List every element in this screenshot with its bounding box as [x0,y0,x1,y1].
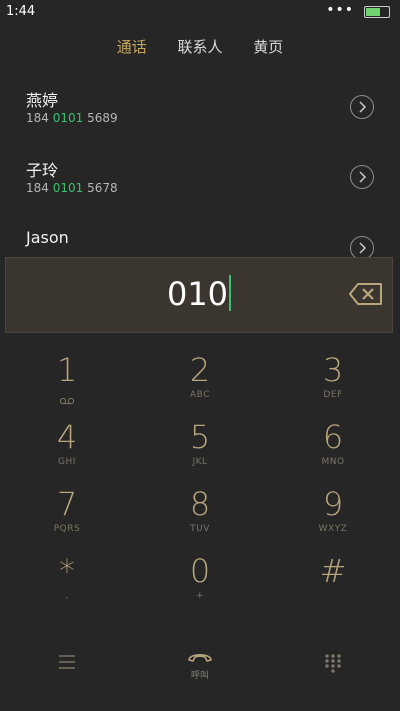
key-star[interactable]: *, [0,551,134,617]
dialpad-toggle-button[interactable] [266,640,400,690]
menu-icon [59,655,75,669]
key-3[interactable]: 3 DEF [266,350,400,416]
list-item[interactable]: 燕婷 184 0101 5689 [0,87,400,157]
phone-icon [188,654,212,662]
key-8[interactable]: 8 TUV [133,484,267,550]
tab-calls[interactable]: 通话 [117,36,147,57]
list-item[interactable]: 子玲 184 0101 5678 [0,157,400,227]
contact-number: 184 0101 5689 [26,111,118,125]
call-label: 呼叫 [190,671,209,681]
dial-input[interactable]: 010 [6,275,392,313]
voicemail-icon [59,397,75,405]
contact-number: 184 0101 5678 [26,181,118,195]
contact-name: 燕婷 [26,91,59,110]
key-1[interactable]: 1 [0,350,134,416]
contact-name: Jason [26,228,69,247]
chevron-right-icon [359,242,367,254]
status-time: 1:44 [6,4,36,19]
dialpad-icon [325,654,341,673]
tab-yellow-pages[interactable]: 黄页 [253,36,283,57]
contact-detail-button[interactable] [350,95,374,119]
chevron-right-icon [359,101,367,113]
bottom-action-bar: 呼叫 [0,640,400,690]
chevron-right-icon [359,171,367,183]
backspace-icon[interactable] [348,282,384,306]
call-button[interactable]: 呼叫 [133,640,267,690]
key-2[interactable]: 2 ABC [133,350,267,416]
key-5[interactable]: 5 JKL [133,417,267,483]
tab-contacts[interactable]: 联系人 [177,36,222,57]
key-0[interactable]: 0 + [133,551,267,617]
text-caret [229,275,232,311]
contact-name: 子玲 [26,161,59,180]
dial-input-bar[interactable]: 010 [5,257,393,333]
key-hash[interactable]: # [266,551,400,617]
status-dots-icon: ••• [326,2,354,18]
key-4[interactable]: 4 GHI [0,417,134,483]
key-9[interactable]: 9 WXYZ [266,484,400,550]
tab-bar: 通话 联系人 黄页 [0,36,400,60]
status-bar: 1:44 ••• [0,0,400,26]
key-6[interactable]: 6 MNO [266,417,400,483]
contact-detail-button[interactable] [350,165,374,189]
key-7[interactable]: 7 PQRS [0,484,134,550]
menu-button[interactable] [0,640,134,690]
battery-icon [364,6,390,18]
